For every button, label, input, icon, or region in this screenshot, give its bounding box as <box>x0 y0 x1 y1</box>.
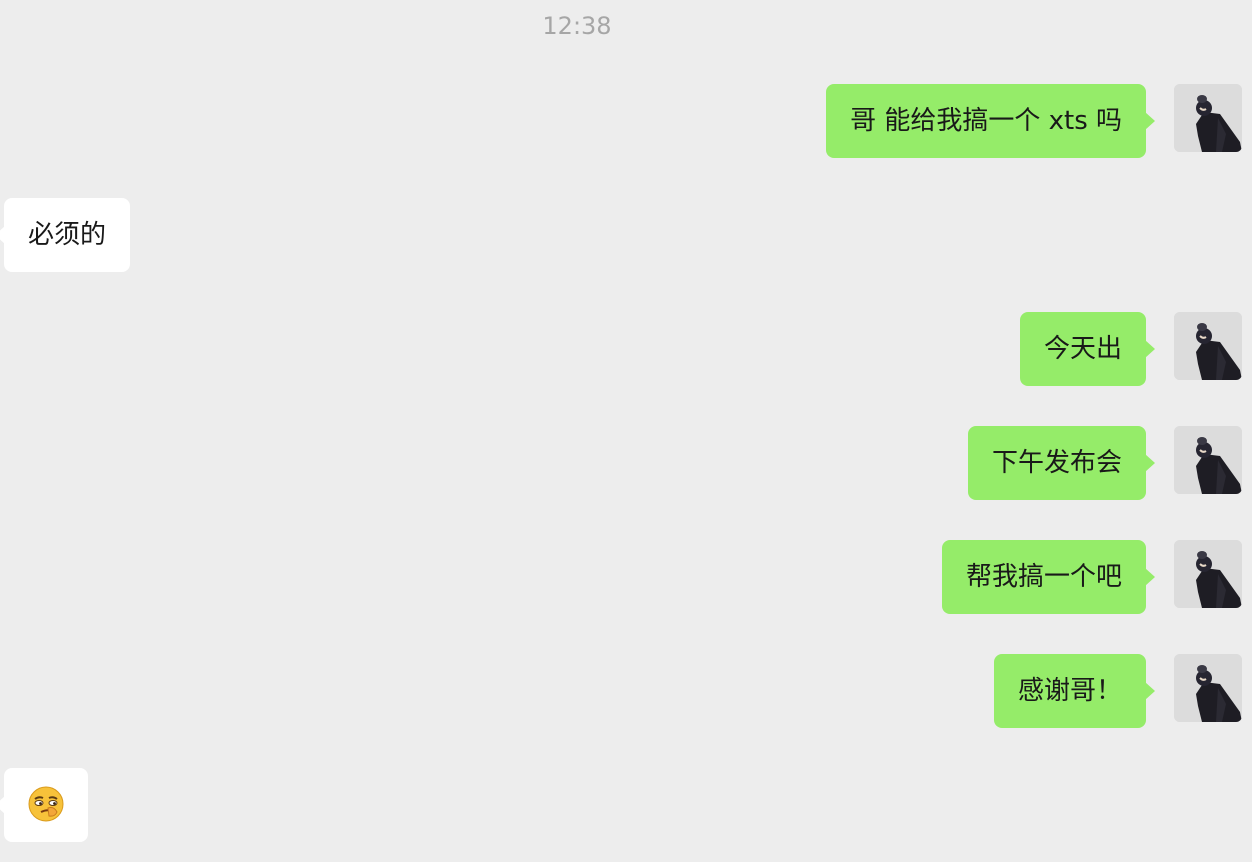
outgoing-message-bubble[interactable]: 哥 能给我搞一个 xts 吗 <box>826 84 1155 158</box>
message-timestamp: 12:38 <box>542 12 612 40</box>
user-avatar[interactable] <box>1174 654 1242 722</box>
outgoing-message-bubble[interactable]: 今天出 <box>1019 312 1156 386</box>
avatar-figure-icon <box>1174 426 1242 494</box>
message-text: 帮我搞一个吧 <box>965 562 1122 592</box>
outgoing-message-bubble[interactable]: 感谢哥！ <box>993 654 1156 728</box>
avatar-figure-icon <box>1174 84 1242 152</box>
message-text: 必须的 <box>28 220 107 250</box>
smirk-emoji-icon <box>28 786 64 821</box>
user-avatar[interactable] <box>1174 540 1242 608</box>
user-avatar[interactable] <box>1174 312 1242 380</box>
message-text: 今天出 <box>1043 334 1122 364</box>
message-text: 哥 能给我搞一个 xts 吗 <box>850 106 1122 136</box>
message-text: 感谢哥！ <box>1017 676 1122 706</box>
outgoing-message-bubble[interactable]: 帮我搞一个吧 <box>941 540 1156 614</box>
chat-window[interactable]: 12:38 哥 能给我搞一个 xts 吗 必须的 今天出 下午发布会 帮我搞一个… <box>0 0 1252 862</box>
outgoing-message-bubble[interactable]: 下午发布会 <box>967 426 1156 500</box>
incoming-emoji-bubble[interactable] <box>0 768 88 842</box>
user-avatar[interactable] <box>1174 426 1242 494</box>
incoming-message-bubble[interactable]: 必须的 <box>0 198 131 272</box>
avatar-figure-icon <box>1174 540 1242 608</box>
user-avatar[interactable] <box>1174 84 1242 152</box>
avatar-figure-icon <box>1174 654 1242 722</box>
avatar-figure-icon <box>1174 312 1242 380</box>
message-text: 下午发布会 <box>991 448 1122 478</box>
